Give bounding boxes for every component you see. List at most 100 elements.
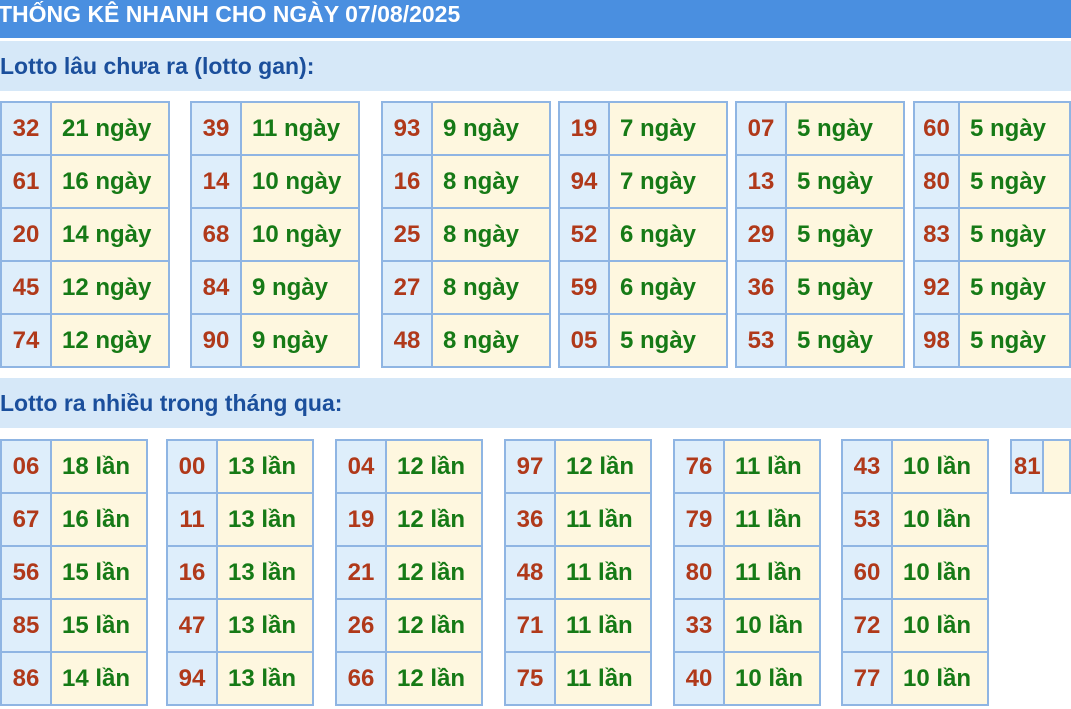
lotto-number: 47: [166, 598, 218, 653]
lotto-count: 12 lần: [385, 651, 483, 706]
table-row: 40 10 lần: [673, 651, 821, 706]
section-title-gan: Lotto lâu chưa ra (lotto gan):: [0, 53, 315, 79]
lotto-count: 21 ngày: [50, 101, 170, 156]
lotto-number: 33: [673, 598, 725, 653]
lotto-number: 25: [381, 207, 433, 262]
table-row: 80 11 lần: [673, 545, 821, 600]
lotto-count: 12 lần: [385, 545, 483, 600]
lotto-count: 5 ngày: [958, 154, 1071, 209]
lotto-count: 11 lần: [554, 598, 652, 653]
table-row: 72 10 lần: [841, 598, 989, 653]
lotto-number: 16: [166, 545, 218, 600]
lotto-count: 10 lần: [891, 545, 989, 600]
table-row: 32 21 ngày: [0, 101, 170, 156]
lotto-count: 13 lần: [216, 439, 314, 494]
lotto-number: 66: [335, 651, 387, 706]
lotto-number: 48: [381, 313, 433, 368]
lotto-count: 8 ngày: [431, 260, 551, 315]
table-row: 16 13 lần: [166, 545, 314, 600]
table-row: 53 10 lần: [841, 492, 989, 547]
table-row: 00 13 lần: [166, 439, 314, 494]
table-row: 86 14 lần: [0, 651, 148, 706]
table-row: 33 10 lần: [673, 598, 821, 653]
section-header-nhieu: Lotto ra nhiều trong tháng qua:: [0, 378, 1071, 428]
table-row: 04 12 lần: [335, 439, 483, 494]
table-row: 59 6 ngày: [558, 260, 728, 315]
table-row: 80 5 ngày: [913, 154, 1071, 209]
lotto-number: 77: [841, 651, 893, 706]
lotto-number: 05: [558, 313, 610, 368]
lotto-number: 11: [166, 492, 218, 547]
table-row: 81: [1009, 439, 1071, 494]
table-row: 71 11 lần: [504, 598, 652, 653]
lotto-count: 5 ngày: [785, 101, 905, 156]
page-title: THỐNG KÊ NHANH CHO NGÀY 07/08/2025: [0, 1, 461, 27]
lotto-count: 14 ngày: [50, 207, 170, 262]
table-row: 19 7 ngày: [558, 101, 728, 156]
lotto-number: 32: [0, 101, 52, 156]
table-row: 26 12 lần: [335, 598, 483, 653]
table-row: 67 16 lần: [0, 492, 148, 547]
lotto-count: 5 ngày: [958, 313, 1071, 368]
lotto-number: 45: [0, 260, 52, 315]
lotto-number: 60: [913, 101, 960, 156]
table-row: 98 5 ngày: [913, 313, 1071, 368]
lotto-count: 10 ngày: [240, 154, 360, 209]
lotto-number: 94: [558, 154, 610, 209]
lotto-count: 10 lần: [723, 651, 821, 706]
lotto-number: 00: [166, 439, 218, 494]
table-row: 60 5 ngày: [913, 101, 1071, 156]
lotto-count: 13 lần: [216, 492, 314, 547]
table-row: 39 11 ngày: [190, 101, 360, 156]
table-row: 76 11 lần: [673, 439, 821, 494]
nhieu-table: 81: [1009, 439, 1071, 494]
lotto-count: 5 ngày: [785, 260, 905, 315]
lotto-number: 14: [190, 154, 242, 209]
table-row: 27 8 ngày: [381, 260, 551, 315]
table-row: 90 9 ngày: [190, 313, 360, 368]
lotto-number: 81: [1009, 439, 1045, 494]
table-row: 93 9 ngày: [381, 101, 551, 156]
table-row: 21 12 lần: [335, 545, 483, 600]
lotto-number: 68: [190, 207, 242, 262]
lotto-count: 5 ngày: [958, 207, 1071, 262]
lotto-number: 48: [504, 545, 556, 600]
table-row: 25 8 ngày: [381, 207, 551, 262]
lotto-number: 19: [335, 492, 387, 547]
lotto-count: 5 ngày: [785, 154, 905, 209]
lotto-count: 10 lần: [891, 598, 989, 653]
lotto-number: 56: [0, 545, 52, 600]
lotto-number: 19: [558, 101, 610, 156]
lotto-number: 76: [673, 439, 725, 494]
nhieu-table: 04 12 lần 19 12 lần 21 12 lần 26 12 lần 66 12 lần: [335, 439, 483, 706]
lotto-count: 12 ngày: [50, 313, 170, 368]
lotto-count: 12 lần: [554, 439, 652, 494]
table-row: 79 11 lần: [673, 492, 821, 547]
lotto-count: 16 lần: [50, 492, 148, 547]
lotto-number: 80: [913, 154, 960, 209]
lotto-count: 11 lần: [723, 439, 821, 494]
lotto-count: 15 lần: [50, 545, 148, 600]
table-row: 13 5 ngày: [735, 154, 905, 209]
lotto-number: 80: [673, 545, 725, 600]
lotto-count: 7 ngày: [608, 101, 728, 156]
table-row: 84 9 ngày: [190, 260, 360, 315]
lotto-number: 60: [841, 545, 893, 600]
lotto-number: 92: [913, 260, 960, 315]
lotto-number: 83: [913, 207, 960, 262]
lotto-number: 67: [0, 492, 52, 547]
lotto-number: 86: [0, 651, 52, 706]
gan-table: 32 21 ngày 61 16 ngày 20 14 ngày 45 12 ngày 74 12…: [0, 101, 170, 368]
lotto-count: 5 ngày: [958, 101, 1071, 156]
table-row: 07 5 ngày: [735, 101, 905, 156]
lotto-count: 11 lần: [723, 545, 821, 600]
table-row: 92 5 ngày: [913, 260, 1071, 315]
lotto-number: 52: [558, 207, 610, 262]
lotto-count: 12 lần: [385, 439, 483, 494]
lotto-count: 15 lần: [50, 598, 148, 653]
nhieu-table: 97 12 lần 36 11 lần 48 11 lần 71 11 lần 75 11 lần: [504, 439, 652, 706]
table-row: 74 12 ngày: [0, 313, 170, 368]
lotto-number: 16: [381, 154, 433, 209]
lotto-count: 12 lần: [385, 492, 483, 547]
lotto-number: 75: [504, 651, 556, 706]
